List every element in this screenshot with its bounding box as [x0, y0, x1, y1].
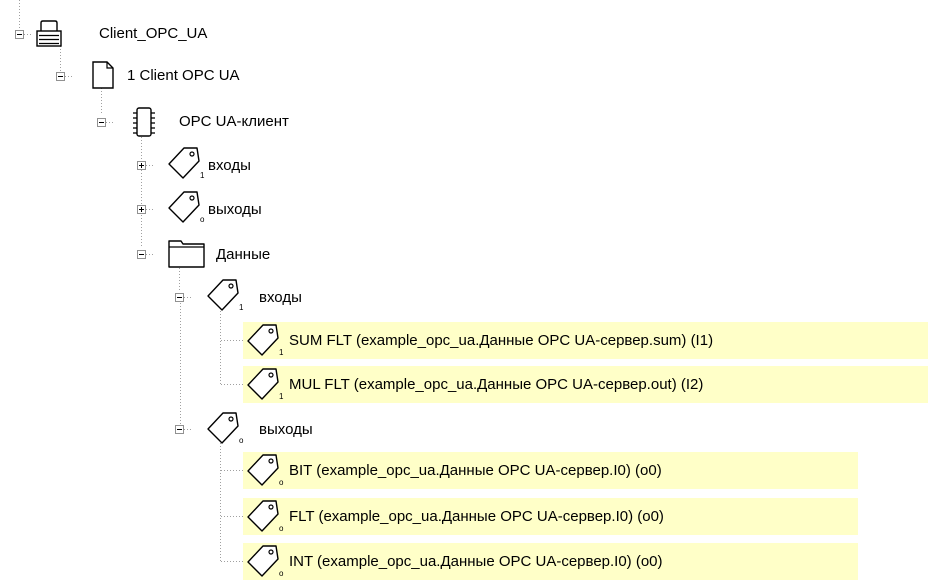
- tree-leaf-output[interactable]: FLT (example_opc_ua.Данные OPC UA-сервер…: [287, 507, 666, 527]
- tag-input-icon: 1: [243, 322, 287, 362]
- tree-node-data[interactable]: Данные: [214, 245, 272, 265]
- device-stack-icon: [35, 19, 63, 53]
- tree-leaf-output[interactable]: BIT (example_opc_ua.Данные OPC UA-сервер…: [287, 461, 664, 481]
- expand-toggle-inputs[interactable]: [137, 161, 146, 170]
- chip-icon: [131, 106, 157, 142]
- tree-node-module[interactable]: OPC UA-клиент: [177, 112, 291, 132]
- tag-input-icon: 1: [203, 277, 247, 317]
- collapse-toggle-module[interactable]: [97, 118, 106, 127]
- collapse-toggle-data-outputs[interactable]: [175, 425, 184, 434]
- collapse-toggle-root[interactable]: [15, 30, 24, 39]
- folder-icon: [167, 236, 207, 274]
- svg-text:1: 1: [279, 348, 284, 357]
- tree-node-client[interactable]: 1 Client OPC UA: [125, 66, 242, 86]
- tag-input-icon: 1: [164, 145, 208, 185]
- tree-node-inputs[interactable]: входы: [206, 156, 253, 176]
- tag-output-icon: o: [164, 189, 208, 229]
- tag-input-icon: 1: [243, 366, 287, 406]
- project-tree: Client_OPC_UA 1 Client OPC UA OPC UA-кли…: [0, 0, 928, 580]
- tree-leaf-input[interactable]: MUL FLT (example_opc_ua.Данные OPC UA-се…: [287, 375, 705, 395]
- tree-guide-lines: [19, 0, 245, 562]
- tree-leaf-output[interactable]: INT (example_opc_ua.Данные OPC UA-сервер…: [287, 552, 665, 572]
- tag-output-icon: o: [243, 543, 287, 583]
- tree-node-data-outputs[interactable]: выходы: [257, 420, 315, 440]
- svg-text:1: 1: [200, 171, 205, 180]
- page-icon: [91, 60, 115, 94]
- svg-text:1: 1: [239, 303, 244, 312]
- svg-text:o: o: [279, 569, 284, 578]
- collapse-toggle-client[interactable]: [56, 72, 65, 81]
- tag-output-icon: o: [243, 498, 287, 538]
- tree-node-data-inputs[interactable]: входы: [257, 288, 304, 308]
- collapse-toggle-data[interactable]: [137, 250, 146, 259]
- svg-text:o: o: [279, 524, 284, 533]
- svg-text:o: o: [239, 436, 244, 445]
- tag-output-icon: o: [243, 452, 287, 492]
- svg-text:o: o: [200, 215, 205, 224]
- tree-node-outputs[interactable]: выходы: [206, 200, 264, 220]
- tag-output-icon: o: [203, 410, 247, 450]
- collapse-toggle-data-inputs[interactable]: [175, 293, 184, 302]
- expand-toggle-outputs[interactable]: [137, 205, 146, 214]
- tree-leaf-input[interactable]: SUM FLT (example_opc_ua.Данные OPC UA-се…: [287, 331, 715, 351]
- svg-text:o: o: [279, 478, 284, 487]
- svg-text:1: 1: [279, 392, 284, 401]
- tree-node-root[interactable]: Client_OPC_UA: [97, 24, 209, 44]
